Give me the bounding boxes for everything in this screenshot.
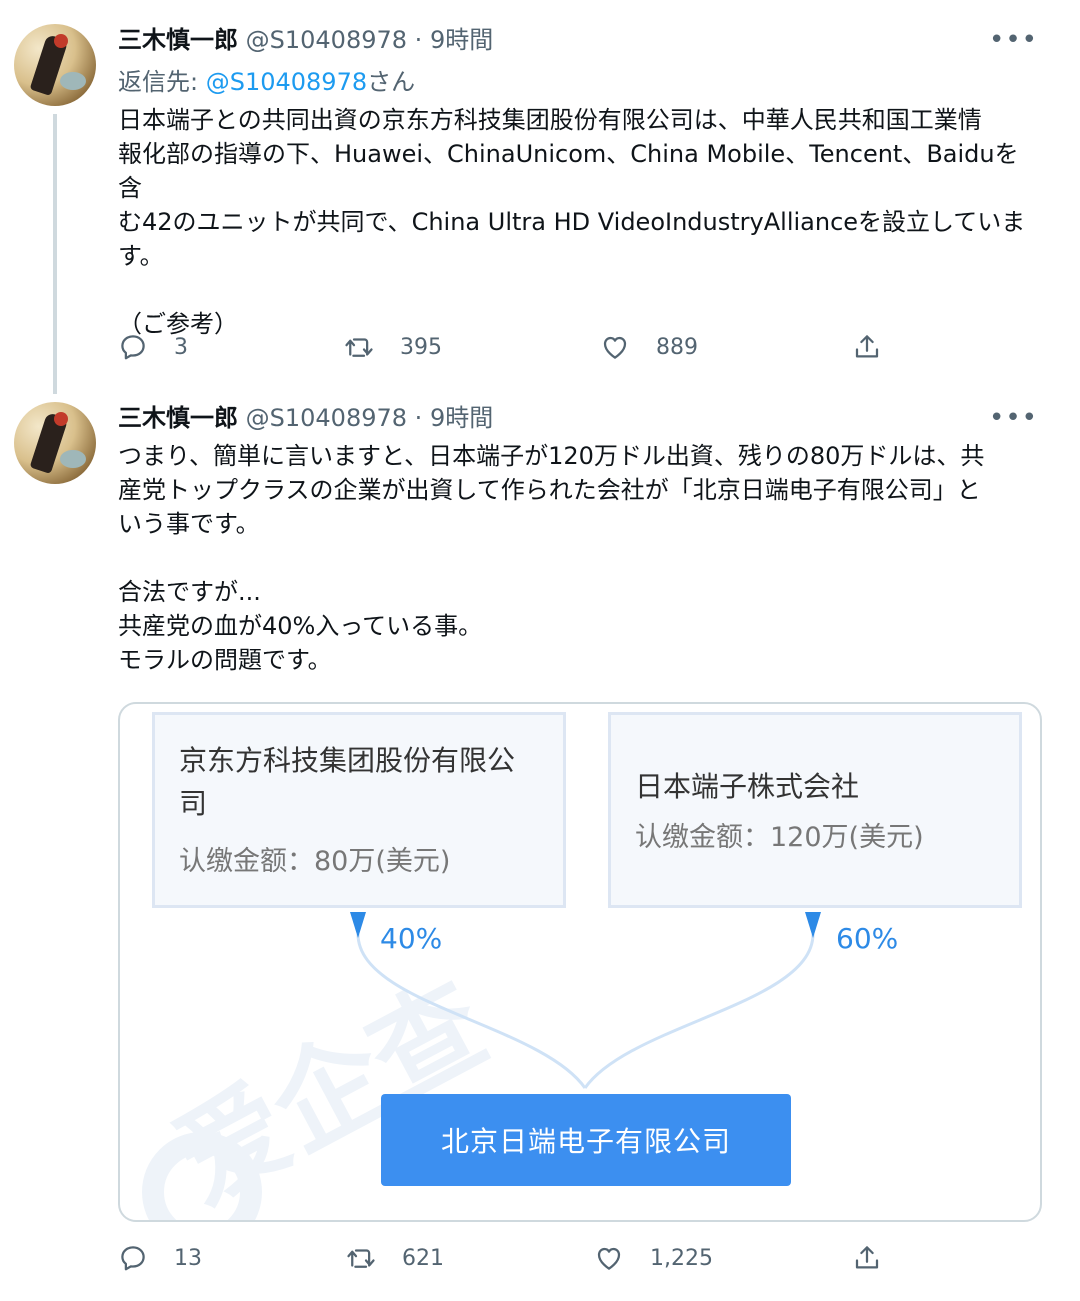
avatar[interactable] [14, 402, 96, 484]
share-button[interactable] [852, 327, 908, 367]
author-handle[interactable]: @S10408978 [246, 404, 407, 432]
share-button[interactable] [852, 1238, 908, 1278]
author-handle[interactable]: @S10408978 [246, 26, 407, 54]
ownership-percent-left: 40% [380, 922, 443, 955]
more-icon[interactable]: ••• [989, 27, 1038, 53]
reply-mention-link[interactable]: @S10408978 [206, 68, 367, 96]
reply-to-line: 返信先: @S10408978さん [118, 67, 415, 97]
share-icon [855, 1246, 879, 1269]
like-icon [597, 1247, 621, 1270]
reply-count: 13 [174, 1245, 202, 1271]
tweet-text: つまり、簡単に言いますと、日本端子が120万ドル出資、残りの80万ドルは、共 産… [118, 439, 1038, 677]
more-icon[interactable]: ••• [989, 405, 1038, 431]
like-button[interactable]: 889 [600, 327, 698, 367]
tweet-actions: 3 395 889 [118, 327, 918, 367]
avatar[interactable] [14, 24, 96, 106]
tweet-actions: 13 621 1,225 [118, 1238, 918, 1278]
retweet-icon [347, 1249, 375, 1268]
text-line: モラルの問題です。 [118, 646, 332, 674]
text-line: つまり、簡単に言いますと、日本端子が120万ドル出資、残りの80万ドルは、共 [118, 442, 985, 470]
reply-icon [121, 335, 145, 360]
tweet-1[interactable]: 三木慎一郎 @S10408978 · 9時間 ••• 返信先: @S104089… [0, 0, 1080, 394]
reply-count: 3 [174, 334, 188, 360]
timestamp[interactable]: 9時間 [430, 404, 493, 432]
ownership-percent-right: 60% [836, 922, 899, 955]
text-line: 産党トップクラスの企業が出資して作られた会社が「北京日端电子有限公司」と [118, 476, 981, 504]
text-line: 日本端子との共同出資の京东方科技集团股份有限公司は、中華人民共和国工業情 [118, 106, 982, 134]
text-line: す。 [118, 242, 164, 270]
tweet-header: 三木慎一郎 @S10408978 · 9時間 [118, 403, 493, 433]
arrow-down-icon [350, 912, 366, 938]
retweet-button[interactable]: 395 [344, 327, 442, 367]
separator-dot: · [414, 26, 423, 54]
thread-line [53, 114, 57, 394]
tweet-header: 三木慎一郎 @S10408978 · 9時間 [118, 25, 493, 55]
retweet-count: 395 [400, 334, 442, 360]
reply-prefix: 返信先: [118, 68, 206, 96]
text-line: 合法ですが... [118, 578, 261, 606]
timestamp[interactable]: 9時間 [430, 26, 493, 54]
text-line [118, 541, 1038, 575]
like-icon [603, 336, 627, 359]
text-line: む42のユニットが共同で、China Ultra HD VideoIndustr… [118, 208, 1026, 236]
retweet-icon [345, 338, 373, 357]
text-line: いう事です。 [118, 510, 260, 538]
text-line [118, 273, 1038, 307]
author-name[interactable]: 三木慎一郎 [118, 404, 238, 432]
arrow-down-icon [805, 912, 821, 938]
like-count: 1,225 [650, 1245, 713, 1271]
retweet-button[interactable]: 621 [346, 1238, 444, 1278]
media-image[interactable]: 爱企查 京东方科技集团股份有限公 司 认缴金额：80万(美元) 日本端子株式会社… [118, 702, 1042, 1222]
text-line: 共産党の血が40%入っている事。 [118, 612, 483, 640]
like-count: 889 [656, 334, 698, 360]
reply-suffix: さん [367, 68, 416, 96]
share-icon [855, 335, 879, 358]
tweet-text: 日本端子との共同出資の京东方科技集团股份有限公司は、中華人民共和国工業情 報化部… [118, 103, 1038, 341]
reply-icon [121, 1246, 145, 1271]
subsidiary-company-box: 北京日端电子有限公司 [381, 1094, 791, 1186]
text-line: 報化部の指導の下、Huawei、ChinaUnicom、China Mobile… [118, 140, 1019, 202]
author-name[interactable]: 三木慎一郎 [118, 26, 238, 54]
reply-button[interactable]: 13 [118, 1238, 202, 1278]
like-button[interactable]: 1,225 [594, 1238, 713, 1278]
retweet-count: 621 [402, 1245, 444, 1271]
separator-dot: · [414, 404, 423, 432]
reply-button[interactable]: 3 [118, 327, 188, 367]
